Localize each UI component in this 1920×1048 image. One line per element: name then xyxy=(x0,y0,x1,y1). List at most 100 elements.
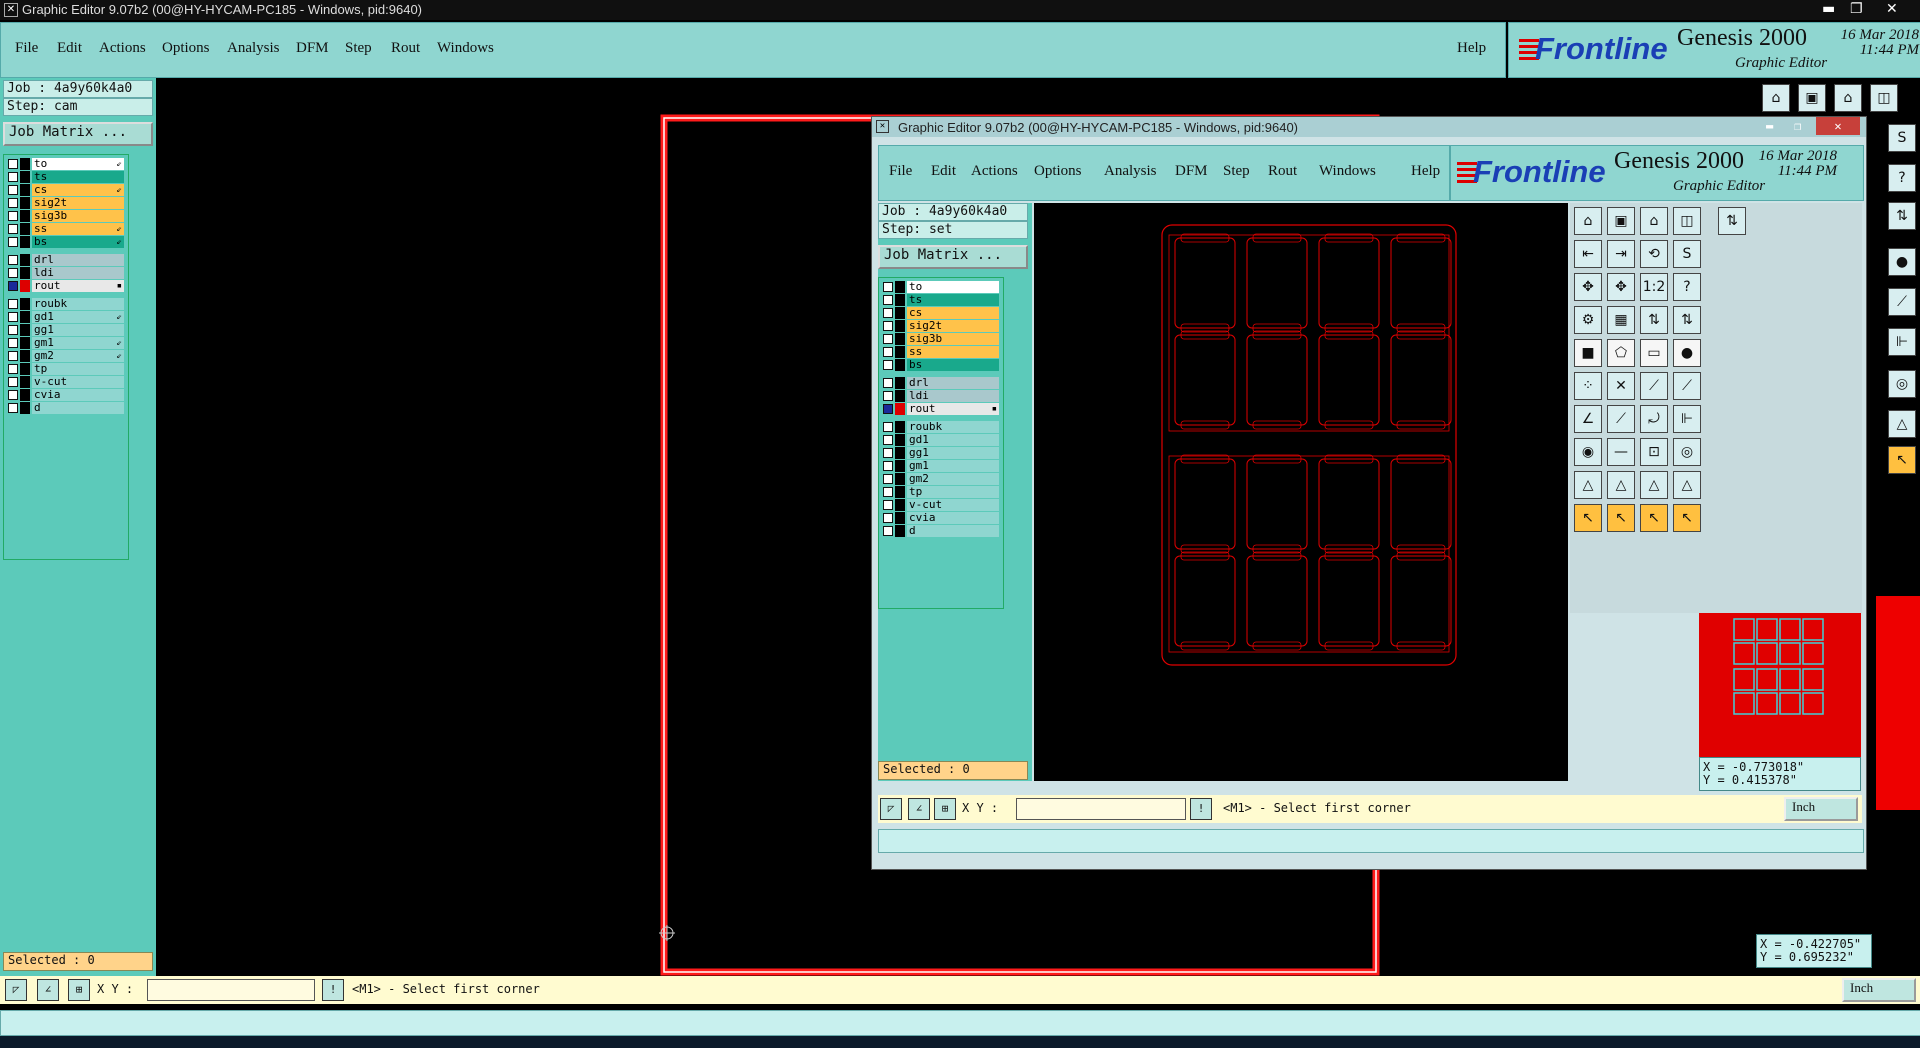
layer-row[interactable]: ss xyxy=(879,346,999,358)
layer-name[interactable]: ss ⇙ xyxy=(32,223,124,235)
tool-icon[interactable]: △ xyxy=(1574,471,1602,499)
layer-row[interactable]: sig2t xyxy=(879,320,999,332)
tool-icon[interactable]: ⊩ xyxy=(1673,405,1701,433)
grid-icon[interactable]: ⊞ xyxy=(68,979,90,1001)
layer-row[interactable]: roubk xyxy=(879,421,999,433)
layer-checkbox[interactable] xyxy=(8,172,18,182)
layer-row[interactable]: cvia xyxy=(879,512,999,524)
tool-icon[interactable]: ● xyxy=(1673,339,1701,367)
layer-name[interactable]: gd1 xyxy=(907,434,999,446)
tool-icon[interactable]: ⊡ xyxy=(1640,438,1668,466)
tool-icon[interactable]: ◎ xyxy=(1673,438,1701,466)
tool-icon[interactable]: ▣ xyxy=(1607,207,1635,235)
layer-name[interactable]: d xyxy=(907,525,999,537)
layer-checkbox[interactable] xyxy=(8,377,18,387)
inner-canvas[interactable] xyxy=(1034,203,1568,781)
layer-name[interactable]: ts xyxy=(907,294,999,306)
layer-checkbox[interactable] xyxy=(8,224,18,234)
tool-icon[interactable]: ⟋ xyxy=(1888,288,1916,316)
menu-file[interactable]: File xyxy=(15,40,38,57)
job-matrix-button[interactable]: Job Matrix ... xyxy=(878,245,1028,269)
layer-checkbox[interactable] xyxy=(883,321,893,331)
layer-row[interactable]: ldi xyxy=(4,267,124,279)
close-icon[interactable]: ✕ xyxy=(1886,1,1898,17)
layer-name[interactable]: sig3b xyxy=(907,333,999,345)
layer-row[interactable]: bs xyxy=(879,359,999,371)
tool-icon[interactable]: S xyxy=(1673,240,1701,268)
minimize-icon[interactable]: ▬ xyxy=(1766,119,1773,133)
layer-row[interactable]: gm1 xyxy=(879,460,999,472)
layer-row[interactable]: gm2 xyxy=(879,473,999,485)
tool-icon[interactable]: ⊩ xyxy=(1888,328,1916,356)
layer-name[interactable]: bs xyxy=(907,359,999,371)
layer-checkbox[interactable] xyxy=(883,391,893,401)
layer-name[interactable]: gm1 ⇙ xyxy=(32,337,124,349)
layer-name[interactable]: rout ▪ xyxy=(907,403,999,415)
layer-checkbox[interactable] xyxy=(8,185,18,195)
excl-button[interactable]: ! xyxy=(322,979,344,1001)
layer-row[interactable]: drl xyxy=(4,254,124,266)
tool-icon[interactable]: ↖ xyxy=(1607,504,1635,532)
layer-checkbox[interactable] xyxy=(8,312,18,322)
tool-icon[interactable]: ⤾ xyxy=(1640,405,1668,433)
layer-name[interactable]: v-cut xyxy=(32,376,124,388)
layer-checkbox[interactable] xyxy=(883,474,893,484)
tool-icon[interactable]: ▦ xyxy=(1607,306,1635,334)
layer-row[interactable]: gm2 ⇙ xyxy=(4,350,124,362)
menu-dfm[interactable]: DFM xyxy=(1175,163,1208,180)
layer-row[interactable]: rout ▪ xyxy=(4,280,124,292)
measure-icon[interactable]: ∠ xyxy=(908,798,930,820)
tool-icon[interactable]: ▣ xyxy=(1798,84,1826,112)
layer-checkbox[interactable] xyxy=(8,255,18,265)
layer-name[interactable]: gd1 ⇙ xyxy=(32,311,124,323)
layer-checkbox[interactable] xyxy=(883,526,893,536)
menu-help[interactable]: Help xyxy=(1457,40,1486,57)
tool-icon[interactable]: ↖ xyxy=(1888,446,1916,474)
tool-icon[interactable]: ⇥ xyxy=(1607,240,1635,268)
layer-name[interactable]: cs xyxy=(907,307,999,319)
tool-icon[interactable]: ⇅ xyxy=(1888,202,1916,230)
layer-row[interactable]: gg1 xyxy=(4,324,124,336)
tool-icon[interactable]: △ xyxy=(1640,471,1668,499)
menu-step[interactable]: Step xyxy=(345,40,372,57)
layer-checkbox[interactable] xyxy=(883,378,893,388)
menu-options[interactable]: Options xyxy=(1034,163,1082,180)
layer-checkbox[interactable] xyxy=(883,513,893,523)
home-icon[interactable]: ⌂ xyxy=(1640,207,1668,235)
layer-name[interactable]: v-cut xyxy=(907,499,999,511)
menu-windows[interactable]: Windows xyxy=(437,40,494,57)
layer-row[interactable]: d xyxy=(4,402,124,414)
layer-checkbox[interactable] xyxy=(883,500,893,510)
layer-checkbox[interactable] xyxy=(883,487,893,497)
tool-icon[interactable]: ⟲ xyxy=(1640,240,1668,268)
layer-row[interactable]: ss ⇙ xyxy=(4,223,124,235)
menu-file[interactable]: File xyxy=(889,163,912,180)
tool-icon[interactable]: ◎ xyxy=(1888,370,1916,398)
tool-icon[interactable]: ↖ xyxy=(1673,504,1701,532)
menu-help[interactable]: Help xyxy=(1411,163,1440,180)
inner-title-bar[interactable]: ✕ Graphic Editor 9.07b2 (00@HY-HYCAM-PC1… xyxy=(872,117,1866,137)
xy-input[interactable] xyxy=(147,979,315,1001)
layer-checkbox[interactable] xyxy=(883,295,893,305)
layer-name[interactable]: gg1 xyxy=(32,324,124,336)
layer-row[interactable]: sig2t xyxy=(4,197,124,209)
layer-row[interactable]: ts xyxy=(879,294,999,306)
tool-icon[interactable]: 1:2 xyxy=(1640,273,1668,301)
menu-actions[interactable]: Actions xyxy=(99,40,146,57)
layer-checkbox[interactable] xyxy=(883,334,893,344)
layer-name[interactable]: bs ⇙ xyxy=(32,236,124,248)
layer-name[interactable]: roubk xyxy=(32,298,124,310)
tool-icon[interactable]: — xyxy=(1607,438,1635,466)
layer-name[interactable]: gm2 ⇙ xyxy=(32,350,124,362)
layer-name[interactable]: gm2 xyxy=(907,473,999,485)
layer-row[interactable]: sig3b xyxy=(4,210,124,222)
layer-checkbox[interactable] xyxy=(8,338,18,348)
layer-name[interactable]: ss xyxy=(907,346,999,358)
menu-step[interactable]: Step xyxy=(1223,163,1250,180)
layer-checkbox[interactable] xyxy=(883,282,893,292)
layer-row[interactable]: cvia xyxy=(4,389,124,401)
menu-windows[interactable]: Windows xyxy=(1319,163,1376,180)
menu-analysis[interactable]: Analysis xyxy=(227,40,280,57)
layer-name[interactable]: drl xyxy=(907,377,999,389)
layer-checkbox[interactable] xyxy=(8,198,18,208)
